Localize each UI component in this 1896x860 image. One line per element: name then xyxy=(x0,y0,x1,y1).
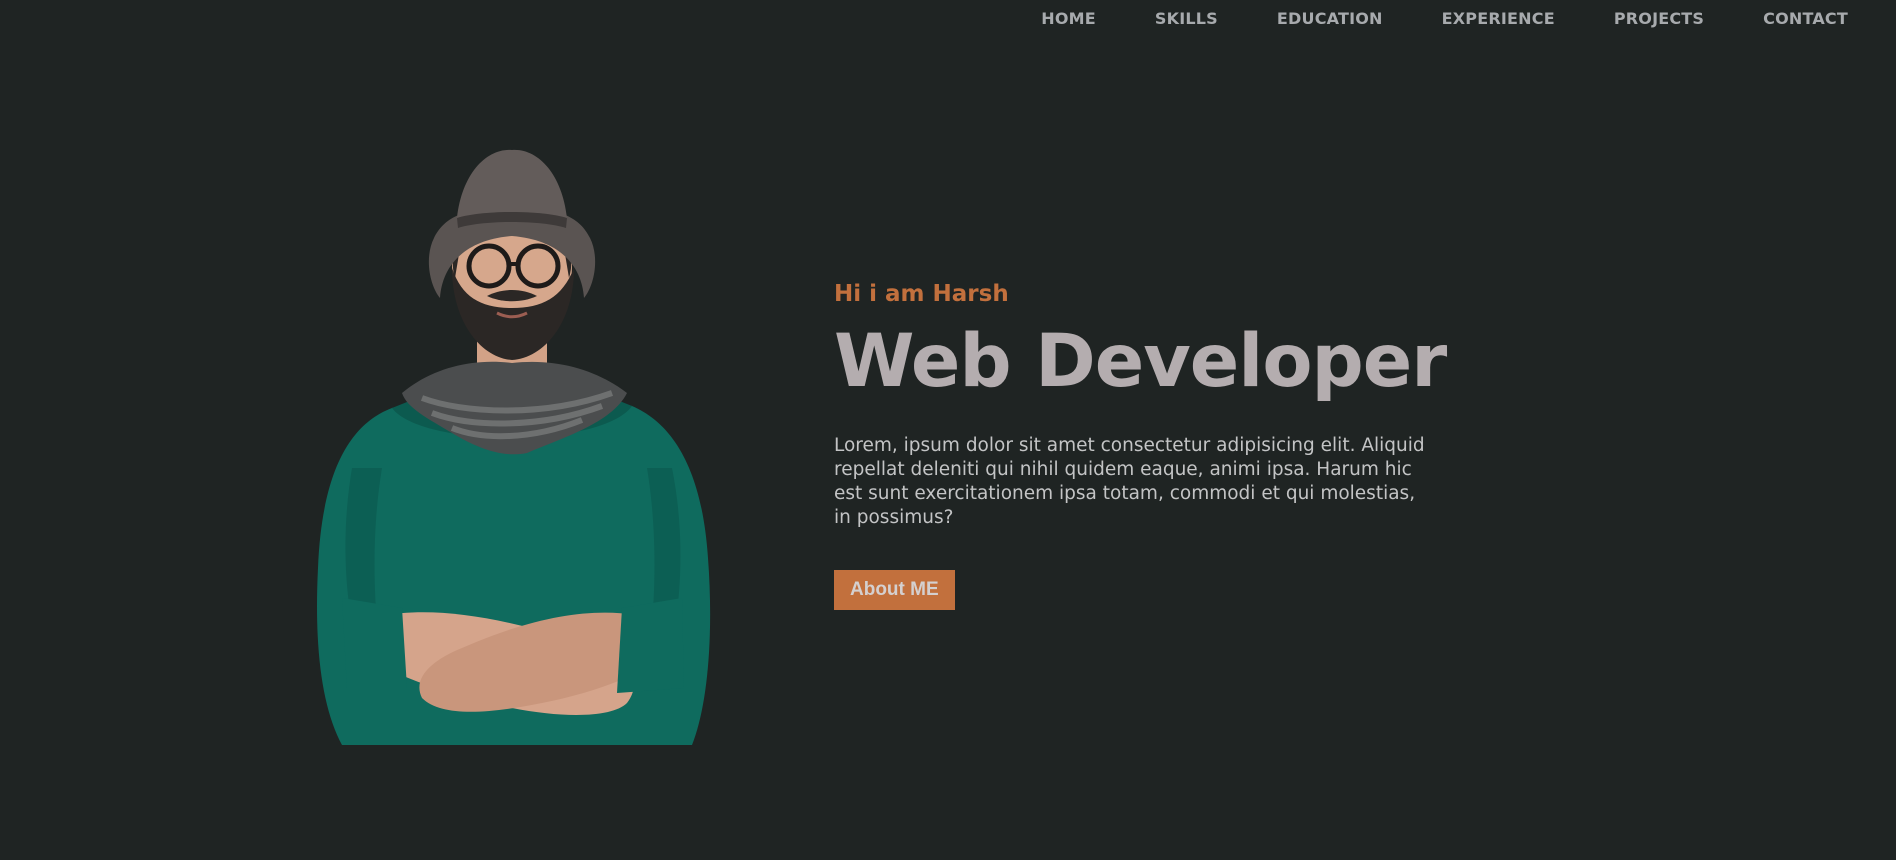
nav-education-link[interactable]: EDUCATION xyxy=(1277,9,1383,29)
intro-section: Hi i am Harsh Web Developer Lorem, ipsum… xyxy=(834,279,1447,610)
hero-portrait-image xyxy=(317,149,711,745)
nav-projects-link[interactable]: PROJECTS xyxy=(1614,9,1704,29)
greeting-text: Hi i am Harsh xyxy=(834,281,1009,307)
nav-home-link[interactable]: HOME xyxy=(1041,9,1096,29)
nav-skills-link[interactable]: SKILLS xyxy=(1155,9,1218,29)
about-me-button[interactable]: About ME xyxy=(834,570,955,610)
headline: Web Developer xyxy=(834,315,1447,409)
main-nav: HOME SKILLS EDUCATION EXPERIENCE PROJECT… xyxy=(982,9,1848,29)
intro-description: Lorem, ipsum dolor sit amet consectetur … xyxy=(834,435,1425,528)
role-title: Web Developer xyxy=(834,319,1447,404)
nav-experience-link[interactable]: EXPERIENCE xyxy=(1442,9,1555,29)
nav-contact-link[interactable]: CONTACT xyxy=(1763,9,1848,29)
